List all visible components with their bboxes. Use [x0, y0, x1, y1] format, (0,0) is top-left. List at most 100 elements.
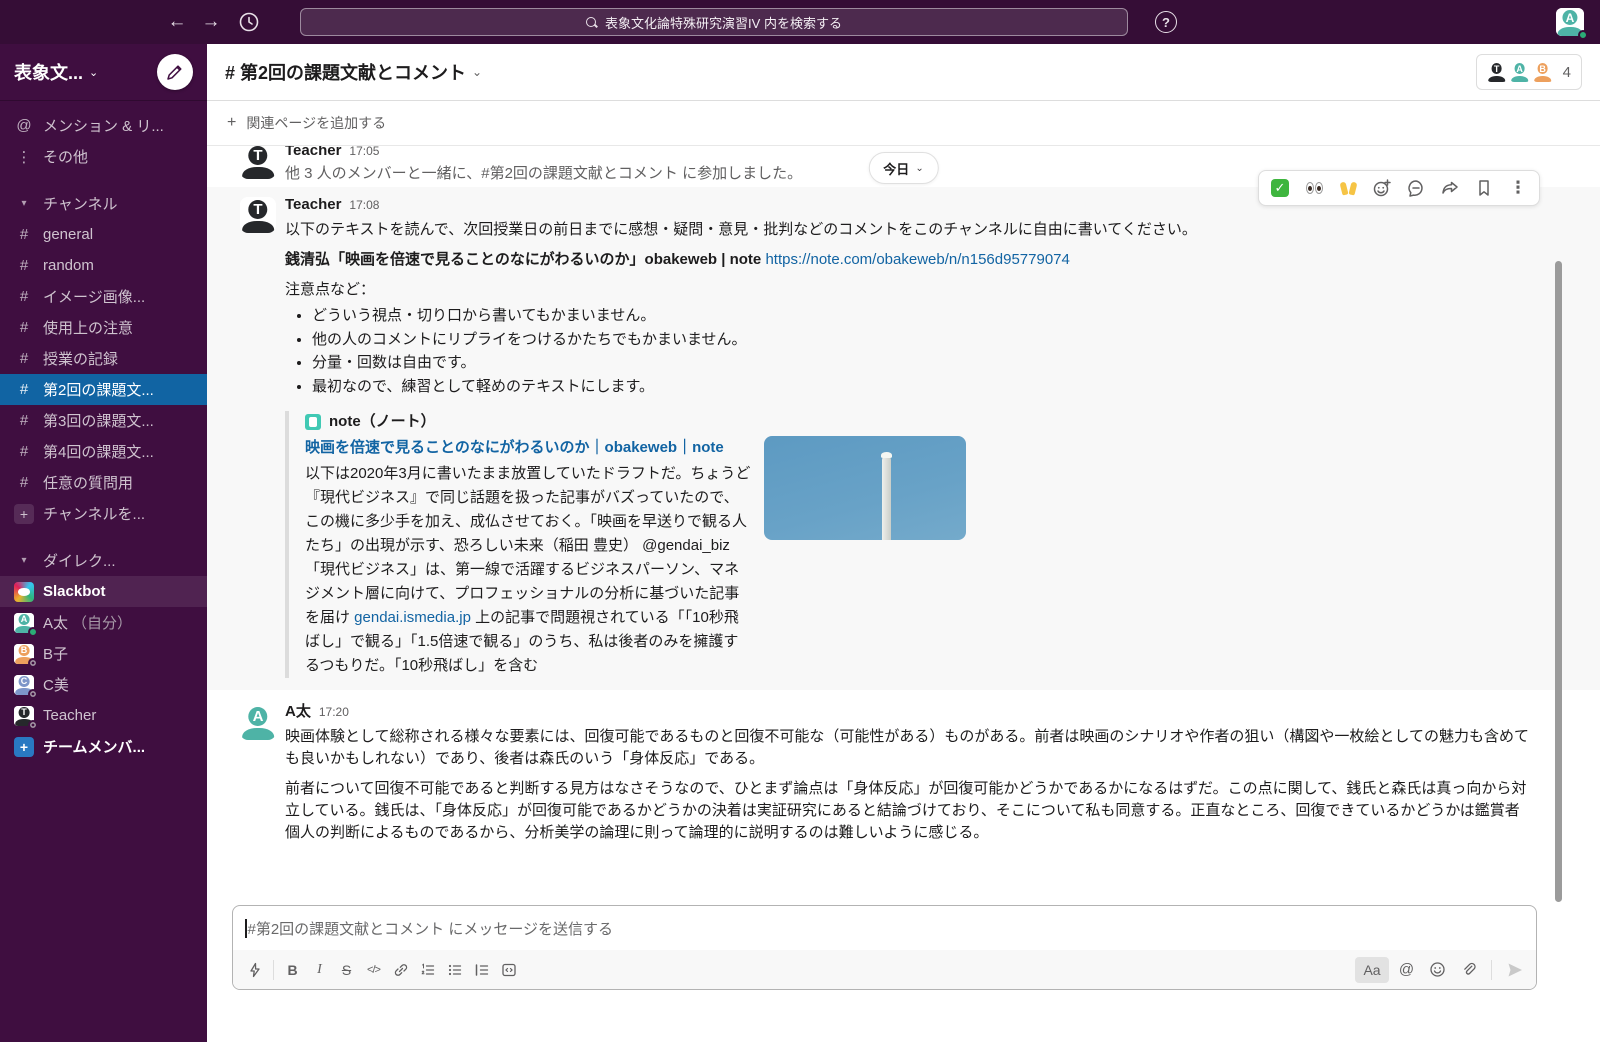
- gendai-link[interactable]: gendai.ismedia.jp: [354, 609, 471, 626]
- dm-a-self[interactable]: A A太（自分）: [0, 607, 207, 638]
- author-name[interactable]: Teacher: [285, 146, 341, 161]
- sidebar-channel-random[interactable]: #random: [0, 250, 207, 281]
- section-label: チャンネル: [43, 193, 118, 214]
- preview-site-name: note（ノート）: [329, 411, 436, 433]
- add-teammates-button[interactable]: +チームメンバ...: [0, 731, 207, 762]
- message-input[interactable]: #第2回の課題文献とコメント にメッセージを送信する: [233, 906, 1536, 950]
- member-avatar: T: [1487, 62, 1507, 82]
- ordered-list-icon: [420, 962, 436, 978]
- emoji-button[interactable]: [1424, 957, 1451, 983]
- dm-section-header[interactable]: ▾ ダイレク...: [0, 545, 207, 576]
- composer-toolbar: B I S </> Aa @: [233, 950, 1536, 989]
- check-mark-reaction-button[interactable]: ✓: [1263, 173, 1297, 203]
- send-icon: [1506, 961, 1524, 979]
- avatar: B: [14, 644, 34, 664]
- help-button[interactable]: ?: [1155, 11, 1177, 33]
- send-button[interactable]: [1501, 957, 1528, 983]
- member-count: 4: [1563, 64, 1571, 81]
- ordered-list-button[interactable]: [414, 957, 441, 983]
- italic-button[interactable]: I: [306, 957, 333, 983]
- code-block-button[interactable]: [495, 957, 522, 983]
- user-avatar[interactable]: A: [1556, 8, 1584, 36]
- sidebar-channel-class-records[interactable]: #授業の記録: [0, 343, 207, 374]
- dm-teacher[interactable]: T Teacher: [0, 700, 207, 731]
- share-message-button[interactable]: [1433, 173, 1467, 203]
- sidebar-channel-session3[interactable]: #第3回の課題文...: [0, 405, 207, 436]
- workspace-header[interactable]: 表象文... ⌄: [0, 44, 207, 101]
- top-bar: ← → 表象文化論特殊研究演習IV 内を検索する ? A: [0, 0, 1600, 44]
- search-icon: [586, 17, 597, 28]
- timestamp[interactable]: 17:08: [349, 195, 379, 215]
- avatar[interactable]: T: [240, 146, 276, 179]
- history-clock-icon[interactable]: [236, 9, 262, 35]
- sidebar-channel-general[interactable]: #general: [0, 219, 207, 250]
- sidebar-item-more[interactable]: ⋮ その他: [0, 141, 207, 172]
- bullet-list-button[interactable]: [441, 957, 468, 983]
- vertical-scrollbar[interactable]: [1555, 261, 1562, 902]
- avatar: T: [14, 706, 34, 726]
- dm-c[interactable]: C C美: [0, 669, 207, 700]
- add-channel-button[interactable]: +チャンネルを...: [0, 498, 207, 529]
- save-bookmark-button[interactable]: [1467, 173, 1501, 203]
- hash-icon: #: [14, 226, 34, 243]
- hash-icon: #: [14, 319, 34, 336]
- bullet-list-icon: [447, 962, 463, 978]
- dm-b[interactable]: B B子: [0, 638, 207, 669]
- dm-slackbot[interactable]: Slackbot: [0, 576, 207, 607]
- inline-code-button[interactable]: </>: [360, 957, 387, 983]
- formatting-toggle-button[interactable]: Aa: [1355, 957, 1389, 983]
- sidebar-channel-usage-notes[interactable]: #使用上の注意: [0, 312, 207, 343]
- eyes-reaction-button[interactable]: [1297, 173, 1331, 203]
- article-url-link[interactable]: https://note.com/obakeweb/n/n156d9577907…: [765, 251, 1069, 268]
- history-back-button[interactable]: ←: [160, 11, 194, 33]
- bullet-item: 他の人のコメントにリプライをつけるかたちでもかまいません。: [312, 328, 1533, 352]
- member-count-button[interactable]: T A B 4: [1476, 54, 1582, 90]
- share-arrow-icon: [1440, 178, 1460, 198]
- history-forward-button[interactable]: →: [194, 11, 228, 33]
- hash-icon: #: [14, 474, 34, 491]
- preview-thumbnail-image[interactable]: [764, 436, 966, 540]
- check-emoji-icon: ✓: [1271, 179, 1289, 197]
- hash-icon: #: [14, 350, 34, 367]
- blockquote-icon: [474, 962, 490, 978]
- sidebar-channel-session4[interactable]: #第4回の課題文...: [0, 436, 207, 467]
- raised-hands-reaction-button[interactable]: [1331, 173, 1365, 203]
- strikethrough-button[interactable]: S: [333, 957, 360, 983]
- add-bookmark-button[interactable]: 関連ページを追加する: [246, 113, 386, 133]
- channels-section-header[interactable]: ▾ チャンネル: [0, 188, 207, 219]
- avatar: A: [14, 613, 34, 633]
- sidebar-channel-questions[interactable]: #任意の質問用: [0, 467, 207, 498]
- date-pill-button[interactable]: 今日 ⌄: [868, 152, 938, 184]
- search-input[interactable]: 表象文化論特殊研究演習IV 内を検索する: [300, 8, 1128, 36]
- more-actions-button[interactable]: ⋮: [1501, 173, 1535, 203]
- presence-online-icon: [28, 627, 38, 637]
- avatar[interactable]: A: [240, 704, 276, 740]
- timestamp[interactable]: 17:20: [319, 702, 349, 722]
- blockquote-button[interactable]: [468, 957, 495, 983]
- channel-title[interactable]: # 第2回の課題文献とコメント: [225, 59, 466, 85]
- preview-title-link[interactable]: 映画を倍速で見ることのなにがわるいのか｜obakeweb｜note: [305, 439, 724, 456]
- sidebar-item-mentions[interactable]: @ メンション & リ...: [0, 110, 207, 141]
- workspace-name[interactable]: 表象文...: [14, 59, 83, 85]
- link-button[interactable]: [387, 957, 414, 983]
- add-reaction-button[interactable]: [1365, 173, 1399, 203]
- author-name[interactable]: Teacher: [285, 195, 341, 215]
- avatar-letter: A: [1562, 10, 1577, 25]
- sidebar-channel-image[interactable]: #イメージ画像...: [0, 281, 207, 312]
- bold-button[interactable]: B: [279, 957, 306, 983]
- author-name[interactable]: A太: [285, 702, 311, 722]
- avatar[interactable]: T: [240, 197, 276, 233]
- teacher-message: T Teacher 17:08 以下のテキストを読んで、次回授業日の前日までに感…: [207, 187, 1600, 690]
- bullet-item: 最初なので、練習として軽めのテキストにします。: [312, 375, 1533, 399]
- attach-file-button[interactable]: [1455, 957, 1482, 983]
- slackbot-icon: [14, 582, 34, 602]
- bookmark-icon: [1474, 178, 1494, 198]
- compose-button[interactable]: [157, 54, 193, 90]
- shortcuts-button[interactable]: [241, 957, 268, 983]
- sidebar-channel-session2-selected[interactable]: #第2回の課題文...: [0, 374, 207, 405]
- mention-button[interactable]: @: [1393, 957, 1420, 983]
- plus-icon: +: [14, 737, 34, 757]
- reply-in-thread-button[interactable]: [1399, 173, 1433, 203]
- self-suffix: （自分）: [72, 612, 132, 633]
- timestamp[interactable]: 17:05: [349, 146, 379, 161]
